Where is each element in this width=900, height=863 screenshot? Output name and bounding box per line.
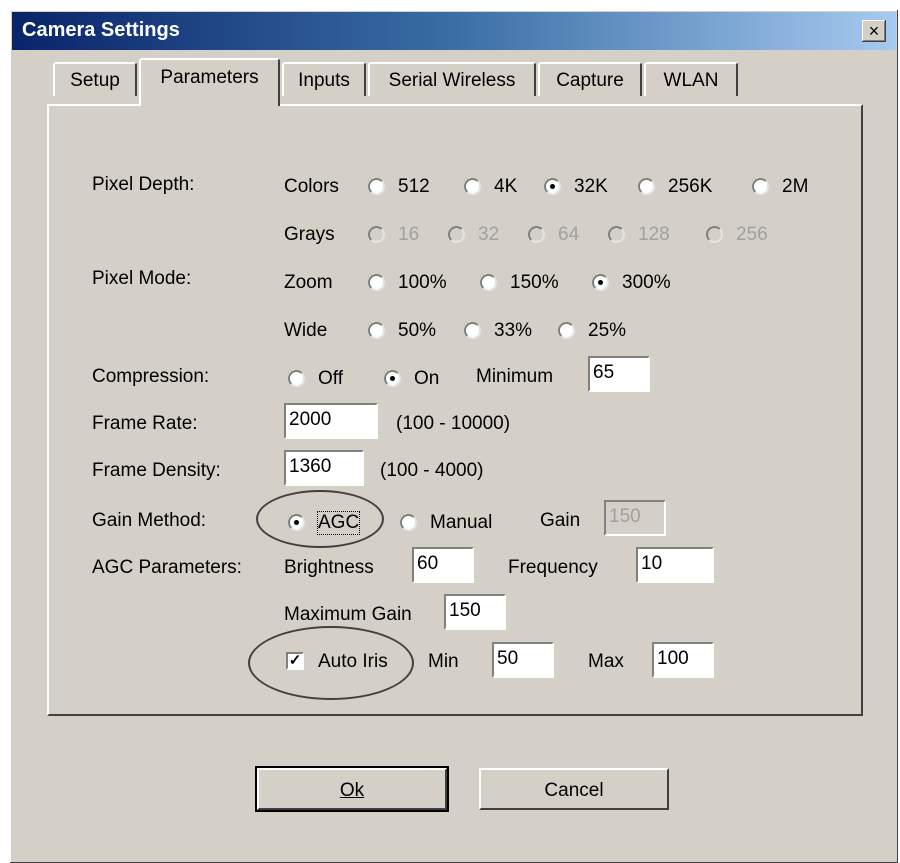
gray-option-label: 16 — [398, 224, 420, 245]
frequency-label: Frequency — [508, 557, 598, 578]
zoom-option-label: 100% — [398, 272, 447, 293]
gray-option-label: 64 — [558, 224, 580, 245]
frame-density-input[interactable]: 1360 — [284, 450, 364, 486]
gain-agc-label: AGC — [316, 511, 361, 535]
iris-min-label: Min — [428, 651, 459, 672]
auto-iris-checkbox[interactable]: ✓ — [286, 652, 304, 670]
close-button[interactable]: × — [862, 20, 886, 42]
gray-radio-256[interactable] — [706, 226, 723, 243]
colors-label: Colors — [284, 176, 339, 197]
close-icon: × — [868, 21, 880, 41]
wide-option-label: 25% — [588, 320, 627, 341]
gray-radio-128[interactable] — [608, 226, 625, 243]
frame-density-label: Frame Density: — [92, 460, 221, 481]
frame-rate-range: (100 - 10000) — [396, 413, 511, 434]
iris-min-input[interactable]: 50 — [492, 642, 554, 678]
gray-radio-32[interactable] — [448, 226, 465, 243]
pixel-mode-label: Pixel Mode: — [92, 268, 192, 289]
tab-capture[interactable]: Capture — [538, 62, 642, 96]
brightness-label: Brightness — [284, 557, 374, 578]
maximum-gain-input[interactable]: 150 — [444, 594, 506, 630]
color-radio-4k[interactable] — [464, 178, 481, 195]
frame-rate-input[interactable]: 2000 — [284, 403, 378, 439]
ok-button[interactable]: Ok — [255, 766, 449, 812]
maximum-gain-label: Maximum Gain — [284, 604, 412, 625]
compression-label: Compression: — [92, 366, 210, 387]
gray-option-label: 128 — [638, 224, 670, 245]
zoom-label: Zoom — [284, 272, 333, 293]
gain-agc-radio[interactable] — [288, 514, 305, 531]
wide-label: Wide — [284, 320, 328, 341]
frame-rate-label: Frame Rate: — [92, 413, 198, 434]
gain-label: Gain — [540, 510, 581, 531]
color-option-label: 32K — [574, 176, 608, 197]
zoom-radio-150[interactable] — [480, 274, 497, 291]
color-option-label: 512 — [398, 176, 430, 197]
tab-serial-wireless[interactable]: Serial Wireless — [368, 62, 536, 96]
gray-option-label: 256 — [736, 224, 768, 245]
compression-off-label: Off — [318, 368, 343, 389]
gain-manual-label: Manual — [430, 512, 493, 533]
compression-on-label: On — [414, 368, 440, 389]
color-radio-256k[interactable] — [638, 178, 655, 195]
color-option-label: 256K — [668, 176, 713, 197]
tab-setup[interactable]: Setup — [53, 62, 137, 96]
minimum-input[interactable]: 65 — [588, 356, 650, 392]
zoom-radio-300[interactable] — [592, 274, 609, 291]
title-bar[interactable]: Camera Settings × — [12, 12, 896, 50]
grays-label: Grays — [284, 224, 335, 245]
ok-button-label: Ok — [339, 780, 365, 801]
zoom-option-label: 150% — [510, 272, 559, 293]
tab-parameters[interactable]: Parameters — [139, 58, 280, 106]
wide-radio-25[interactable] — [558, 322, 575, 339]
zoom-radio-100[interactable] — [368, 274, 385, 291]
zoom-option-label: 300% — [622, 272, 671, 293]
window-title: Camera Settings — [22, 19, 180, 41]
color-option-label: 2M — [782, 176, 809, 197]
color-radio-2m[interactable] — [752, 178, 769, 195]
wide-radio-50[interactable] — [368, 322, 385, 339]
wide-option-label: 50% — [398, 320, 437, 341]
pixel-depth-label: Pixel Depth: — [92, 174, 195, 195]
cancel-button[interactable]: Cancel — [479, 768, 669, 810]
cancel-button-label: Cancel — [544, 780, 604, 801]
tab-inputs[interactable]: Inputs — [282, 62, 366, 96]
auto-iris-label: Auto Iris — [318, 651, 388, 672]
color-option-label: 4K — [494, 176, 518, 197]
color-radio-32k[interactable] — [544, 178, 561, 195]
gain-method-label: Gain Method: — [92, 510, 207, 531]
iris-max-label: Max — [588, 651, 624, 672]
color-radio-512[interactable] — [368, 178, 385, 195]
gray-radio-64[interactable] — [528, 226, 545, 243]
brightness-input[interactable]: 60 — [412, 547, 474, 583]
compression-off-radio[interactable] — [288, 370, 305, 387]
tab-wlan[interactable]: WLAN — [644, 62, 738, 96]
gray-radio-16[interactable] — [368, 226, 385, 243]
gain-input[interactable]: 150 — [604, 500, 666, 536]
frequency-input[interactable]: 10 — [636, 547, 714, 583]
minimum-label: Minimum — [476, 366, 554, 387]
wide-option-label: 33% — [494, 320, 533, 341]
wide-radio-33[interactable] — [464, 322, 481, 339]
gain-manual-radio[interactable] — [400, 514, 417, 531]
gray-option-label: 32 — [478, 224, 500, 245]
agc-parameters-label: AGC Parameters: — [92, 557, 242, 578]
frame-density-range: (100 - 4000) — [380, 460, 484, 481]
checkmark-icon: ✓ — [288, 652, 302, 669]
iris-max-input[interactable]: 100 — [652, 642, 714, 678]
compression-on-radio[interactable] — [384, 370, 401, 387]
